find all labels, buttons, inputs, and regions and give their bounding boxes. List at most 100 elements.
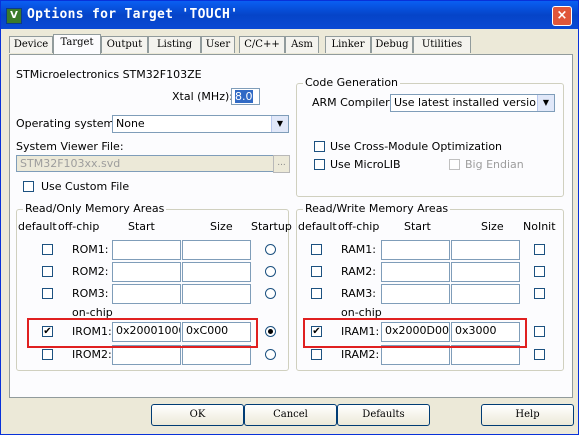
iram1-highlight xyxy=(303,318,527,348)
title-bar[interactable]: V Options for Target 'TOUCH' × xyxy=(1,1,578,29)
ro-header-start: Start xyxy=(128,220,155,233)
microlib-label: Use MicroLIB xyxy=(330,158,401,171)
ram2-label: RAM2: xyxy=(341,265,376,278)
xtal-label: Xtal (MHz): xyxy=(172,90,233,103)
ro-header-default: default xyxy=(18,220,57,233)
cross-module-checkbox[interactable] xyxy=(314,141,325,152)
device-name: STMicroelectronics STM32F103ZE xyxy=(16,68,202,81)
cancel-button[interactable]: Cancel xyxy=(244,404,337,426)
ram3-start-input[interactable] xyxy=(381,284,450,304)
rom3-size-input[interactable] xyxy=(182,284,251,304)
tab-output[interactable]: Output xyxy=(101,36,148,53)
irom2-size-input[interactable] xyxy=(182,345,251,365)
tab-asm[interactable]: Asm xyxy=(285,36,319,53)
ram1-default-checkbox[interactable] xyxy=(311,244,322,255)
tab-user[interactable]: User xyxy=(201,36,235,53)
options-dialog: V Options for Target 'TOUCH' × Device Ta… xyxy=(0,0,579,435)
rom1-size-input[interactable] xyxy=(182,240,251,260)
irom2-start-input[interactable] xyxy=(112,345,181,365)
readonly-memory-group: Read/Only Memory Areas default off-chip … xyxy=(16,202,292,371)
compiler-label: ARM Compiler: xyxy=(312,96,394,109)
ram2-noinit-checkbox[interactable] xyxy=(534,266,545,277)
chevron-down-icon[interactable]: ▼ xyxy=(537,95,554,111)
compiler-select[interactable]: Use latest installed version ▼ xyxy=(390,94,555,112)
big-endian-checkbox xyxy=(449,159,460,170)
code-generation-group: Code Generation ARM Compiler: Use latest… xyxy=(296,76,564,197)
tab-device[interactable]: Device xyxy=(9,36,53,53)
defaults-button[interactable]: Defaults xyxy=(337,404,430,426)
ram2-size-input[interactable] xyxy=(451,262,520,282)
rw-header-start: Start xyxy=(404,220,431,233)
rw-header-noinit: NoInit xyxy=(523,220,556,233)
rw-header-offchip: off-chip xyxy=(338,220,380,233)
rom3-start-input[interactable] xyxy=(112,284,181,304)
tab-utilities[interactable]: Utilities xyxy=(413,36,471,53)
iram2-start-input[interactable] xyxy=(381,345,450,365)
svd-label: System Viewer File: xyxy=(16,140,124,153)
rom3-default-checkbox[interactable] xyxy=(42,288,53,299)
ram2-default-checkbox[interactable] xyxy=(311,266,322,277)
rw-header-default: default xyxy=(298,220,337,233)
rom1-default-checkbox[interactable] xyxy=(42,244,53,255)
rom2-default-checkbox[interactable] xyxy=(42,266,53,277)
rom2-start-input[interactable] xyxy=(112,262,181,282)
chevron-down-icon[interactable]: ▼ xyxy=(271,116,288,132)
ram3-label: RAM3: xyxy=(341,287,376,300)
iram2-noinit-checkbox[interactable] xyxy=(534,349,545,360)
xtal-input[interactable]: 8.0 xyxy=(231,88,260,105)
irom2-label: IROM2: xyxy=(72,348,112,361)
rom1-label: ROM1: xyxy=(72,243,109,256)
rom3-startup-radio[interactable] xyxy=(265,288,276,299)
irom2-startup-radio[interactable] xyxy=(265,349,276,360)
ro-header-startup: Startup xyxy=(251,220,292,233)
readonly-title: Read/Only Memory Areas xyxy=(23,202,167,215)
custom-file-label: Use Custom File xyxy=(41,180,130,193)
ram1-size-input[interactable] xyxy=(451,240,520,260)
window-title: Options for Target 'TOUCH' xyxy=(27,7,239,22)
big-endian-label: Big Endian xyxy=(465,158,524,171)
target-panel: STMicroelectronics STM32F103ZE Xtal (MHz… xyxy=(9,54,573,398)
readwrite-title: Read/Write Memory Areas xyxy=(303,202,451,215)
browse-button: ... xyxy=(273,155,290,173)
irom1-highlight xyxy=(27,318,258,348)
irom1-startup-radio[interactable] xyxy=(265,326,276,337)
custom-file-checkbox[interactable] xyxy=(23,181,34,192)
app-icon: V xyxy=(6,8,22,24)
iram2-default-checkbox[interactable] xyxy=(311,349,322,360)
irom2-default-checkbox[interactable] xyxy=(42,349,53,360)
rom1-startup-radio[interactable] xyxy=(265,244,276,255)
ram3-size-input[interactable] xyxy=(451,284,520,304)
tab-target[interactable]: Target xyxy=(53,34,101,55)
rom1-start-input[interactable] xyxy=(112,240,181,260)
ok-button[interactable]: OK xyxy=(151,404,244,426)
os-select[interactable]: None ▼ xyxy=(112,115,289,133)
microlib-checkbox[interactable] xyxy=(314,159,325,170)
iram2-size-input[interactable] xyxy=(451,345,520,365)
help-button[interactable]: Help xyxy=(481,404,574,426)
tab-cpp[interactable]: C/C++ xyxy=(239,36,285,53)
code-generation-title: Code Generation xyxy=(303,76,401,89)
svd-field: STM32F103xx.svd xyxy=(16,155,274,172)
tab-listing[interactable]: Listing xyxy=(148,36,201,53)
ram1-start-input[interactable] xyxy=(381,240,450,260)
ro-header-size: Size xyxy=(210,220,233,233)
iram1-noinit-checkbox[interactable] xyxy=(534,326,545,337)
tab-debug[interactable]: Debug xyxy=(371,36,413,53)
tab-linker[interactable]: Linker xyxy=(325,36,371,53)
ram3-noinit-checkbox[interactable] xyxy=(534,288,545,299)
ram1-noinit-checkbox[interactable] xyxy=(534,244,545,255)
ram3-default-checkbox[interactable] xyxy=(311,288,322,299)
rom3-label: ROM3: xyxy=(72,287,109,300)
ram2-start-input[interactable] xyxy=(381,262,450,282)
cross-module-label: Use Cross-Module Optimization xyxy=(330,140,503,153)
rom2-label: ROM2: xyxy=(72,265,109,278)
rom2-startup-radio[interactable] xyxy=(265,266,276,277)
os-label: Operating system: xyxy=(16,117,118,130)
iram2-label: IRAM2: xyxy=(341,348,380,361)
rw-header-size: Size xyxy=(481,220,504,233)
close-button[interactable]: × xyxy=(552,6,572,26)
ro-header-offchip: off-chip xyxy=(58,220,100,233)
rom2-size-input[interactable] xyxy=(182,262,251,282)
ram1-label: RAM1: xyxy=(341,243,376,256)
readwrite-memory-group: Read/Write Memory Areas default off-chip… xyxy=(296,202,564,371)
